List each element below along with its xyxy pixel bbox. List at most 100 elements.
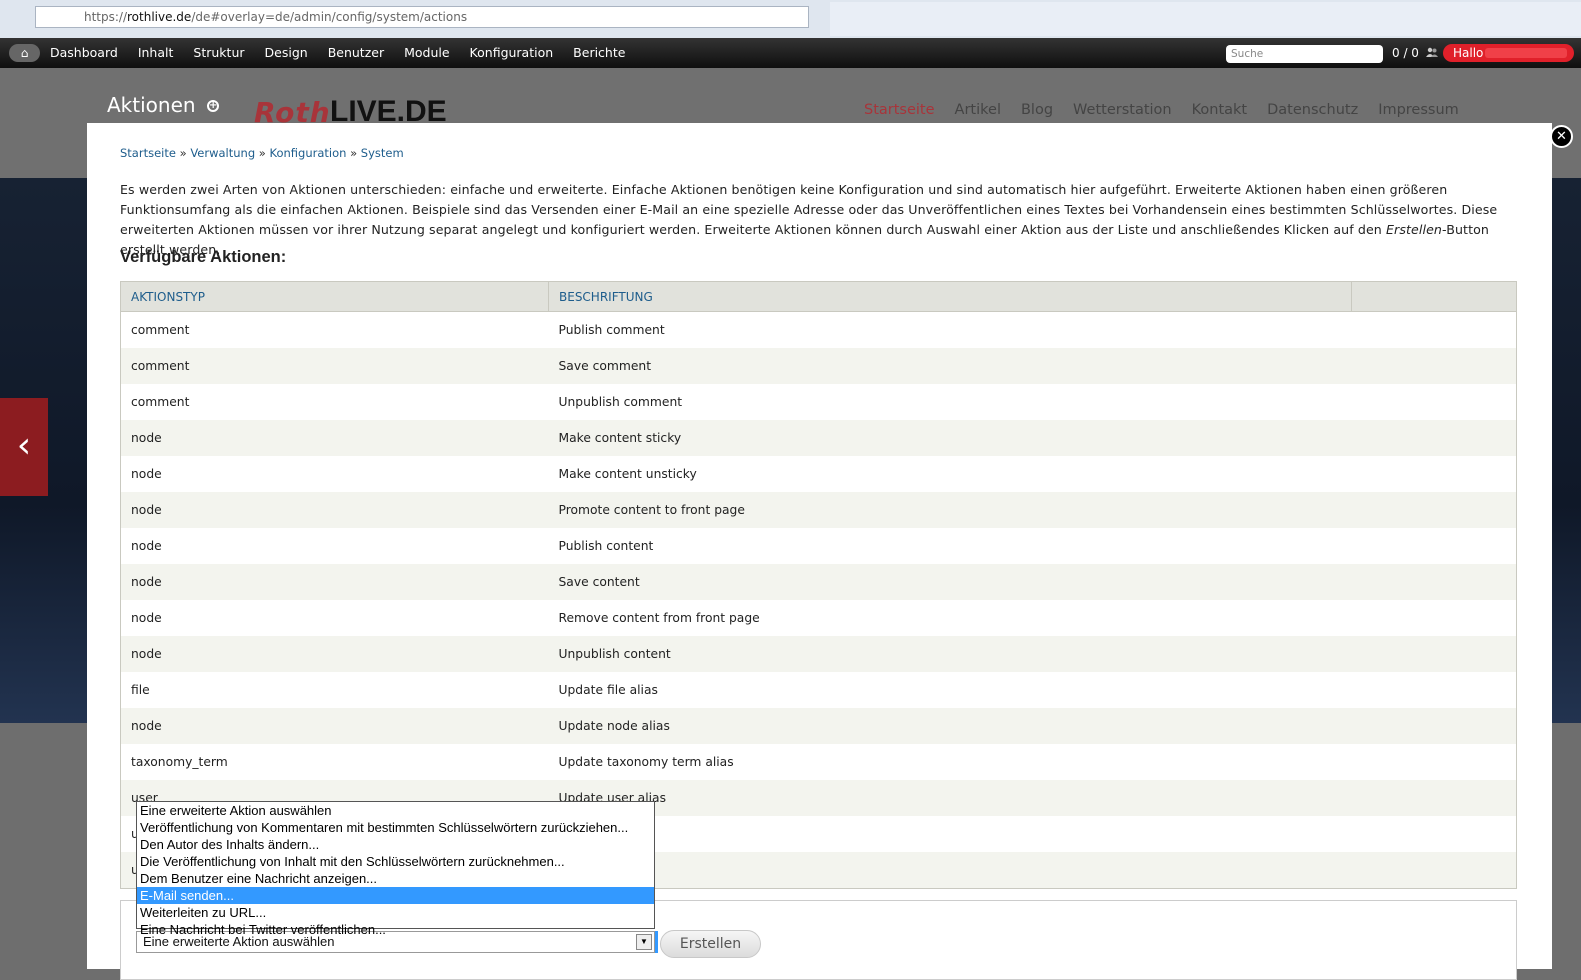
cell-label: er [548,852,1352,889]
cell-action-type: node [120,528,549,564]
cell-action-type: taxonomy_term [120,744,549,780]
dropdown-option[interactable]: Die Veröffentlichung von Inhalt mit den … [137,853,654,870]
nav-impressum[interactable]: Impressum [1378,102,1459,118]
dropdown-option[interactable]: Eine erweiterte Aktion auswählen [137,802,654,819]
cell-operations [1351,348,1517,384]
dropdown-option[interactable]: Den Autor des Inhalts ändern... [137,836,654,853]
menu-item-struktur[interactable]: Struktur [193,38,244,68]
menu-item-module[interactable]: Module [404,38,449,68]
advanced-action-dropdown: Eine erweiterte Aktion auswählen Veröffen… [136,801,655,937]
browser-chrome: https://rothlive.de/de#overlay=de/admin/… [0,0,1581,38]
table-row: node Remove content from front page [120,600,1517,636]
cell-action-type: node [120,636,549,672]
breadcrumb-verwaltung[interactable]: Verwaltung [190,146,255,160]
breadcrumb-startseite[interactable]: Startseite [120,146,176,160]
create-button[interactable]: Erstellen [660,930,761,958]
table-row: comment Publish comment [120,311,1517,348]
actions-table: AKTIONSTYP BESCHRIFTUNG comment Publish c… [120,281,1517,889]
cell-operations [1351,636,1517,672]
cell-action-type: node [120,708,549,744]
greeting-label: Hallo [1453,46,1484,60]
cell-label: Update node alias [548,708,1352,744]
cell-label: Remove content from front page [548,600,1352,636]
cell-operations [1351,852,1517,889]
browser-tab-strip [830,2,1581,36]
cell-operations [1351,816,1517,852]
cell-label: Make content sticky [548,420,1352,456]
cell-label: Update user alias [548,780,1352,816]
cell-operations [1351,600,1517,636]
nav-artikel[interactable]: Artikel [955,102,1001,118]
menu-item-benutzer[interactable]: Benutzer [328,38,384,68]
column-header-beschriftung[interactable]: BESCHRIFTUNG [548,281,1352,312]
cell-label: Make content unsticky [548,456,1352,492]
dropdown-option[interactable]: E-Mail senden... [137,887,654,904]
user-greeting[interactable]: Hallo [1443,44,1574,62]
users-count: 0 / 0 [1392,46,1419,60]
nav-startseite[interactable]: Startseite [864,102,935,118]
table-row: node Unpublish content [120,636,1517,672]
table-row: node Make content unsticky [120,456,1517,492]
chevron-left-icon[interactable]: ‹ [0,398,48,496]
cell-label: Save content [548,564,1352,600]
url-prefix: https:// [84,10,128,24]
cell-label: Unpublish content [548,636,1352,672]
breadcrumb: Startseite » Verwaltung » Konfiguration … [120,146,404,160]
select-focus-ring [655,931,658,953]
url-bar[interactable]: https://rothlive.de/de#overlay=de/admin/… [35,6,809,28]
cell-label: Publish comment [548,311,1352,348]
nav-wetterstation[interactable]: Wetterstation [1073,102,1172,118]
cell-label: Publish content [548,528,1352,564]
nav-blog[interactable]: Blog [1021,102,1053,118]
breadcrumb-konfiguration[interactable]: Konfiguration [269,146,346,160]
table-row: comment Unpublish comment [120,384,1517,420]
cell-action-type: comment [120,348,549,384]
dropdown-option[interactable]: Veröffentlichung von Kommentaren mit bes… [137,819,654,836]
table-row: node Publish content [120,528,1517,564]
cell-action-type: node [120,456,549,492]
menu-item-dashboard[interactable]: Dashboard [50,38,118,68]
add-shortcut-icon[interactable]: + [207,100,219,112]
cell-label: f current user [548,816,1352,852]
dropdown-option[interactable]: Dem Benutzer eine Nachricht anzeigen... [137,870,654,887]
table-row: node Update node alias [120,708,1517,744]
cell-label: Update file alias [548,672,1352,708]
table-row: file Update file alias [120,672,1517,708]
nav-datenschutz[interactable]: Datenschutz [1267,102,1358,118]
users-online: 0 / 0 [1392,38,1438,68]
column-header-operations [1351,281,1517,312]
breadcrumb-system[interactable]: System [361,146,404,160]
cell-operations [1351,528,1517,564]
cell-operations [1351,420,1517,456]
cell-operations [1351,672,1517,708]
cell-operations [1351,708,1517,744]
dropdown-option[interactable]: Eine Nachricht bei Twitter veröffentlich… [137,921,654,938]
home-icon[interactable]: ⌂ [9,44,40,62]
nav-kontakt[interactable]: Kontakt [1192,102,1248,118]
cell-action-type: comment [120,311,549,348]
column-header-aktionstyp[interactable]: AKTIONSTYP [120,281,549,312]
cell-action-type: node [120,600,549,636]
description: Es werden zwei Arten von Aktionen unters… [120,180,1515,260]
page-title: Aktionen [107,93,196,117]
cell-operations [1351,492,1517,528]
cell-operations [1351,456,1517,492]
cell-action-type: file [120,672,549,708]
users-icon [1425,47,1438,57]
cell-operations [1351,744,1517,780]
username-redacted [1485,48,1567,58]
dropdown-option[interactable]: Weiterleiten zu URL... [137,904,654,921]
cell-action-type: comment [120,384,549,420]
close-icon[interactable]: ✕ [1550,125,1573,148]
table-row: comment Save comment [120,348,1517,384]
table-row: node Make content sticky [120,420,1517,456]
menu-item-konfiguration[interactable]: Konfiguration [470,38,554,68]
cell-label: Update taxonomy term alias [548,744,1352,780]
search-input[interactable]: Suche [1226,45,1383,63]
menu-item-design[interactable]: Design [265,38,308,68]
table-row: taxonomy_term Update taxonomy term alias [120,744,1517,780]
cell-action-type: node [120,492,549,528]
menu-item-inhalt[interactable]: Inhalt [138,38,174,68]
description-emphasis: Erstellen [1386,222,1443,237]
menu-item-berichte[interactable]: Berichte [573,38,625,68]
